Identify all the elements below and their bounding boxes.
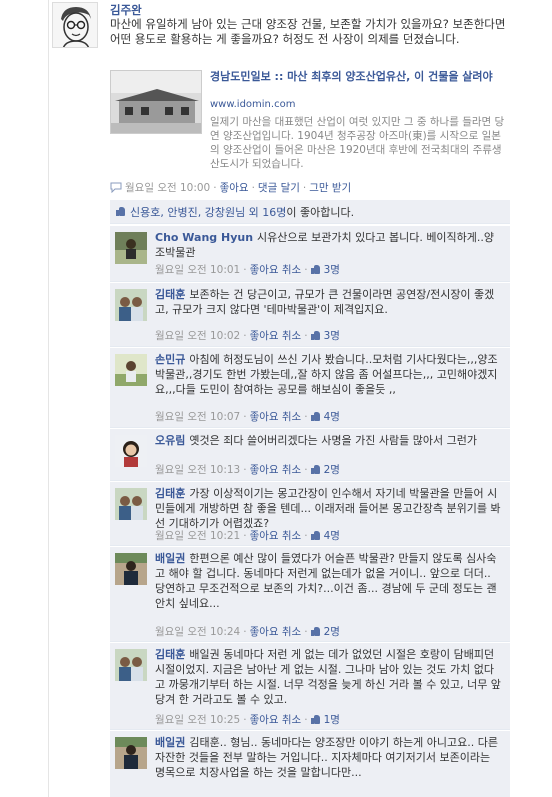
comment-like-count[interactable]: 2명: [324, 624, 340, 639]
attachment-thumbnail[interactable]: [110, 70, 202, 134]
post-like-link[interactable]: 좋아요: [220, 180, 249, 195]
comment-3: 손민규 아침에 허정도님이 쓰신 기사 봤습니다..모처럼 기사다웠다는,,,양조…: [110, 348, 510, 428]
comment-text: 손민규 아침에 허정도님이 쓰신 기사 봤습니다..모처럼 기사다웠다는,,,양조…: [155, 352, 503, 397]
comment-meta: 월요일 오전 10:25 · 좋아요 취소 · 1명: [155, 712, 340, 727]
comment-text: 김태훈 배일권 동네마다 저런 게 없는 데가 없었던 시절은 호랑이 담배피던 …: [155, 647, 503, 707]
comment-body: 옛것은 죄다 쓸어버리겠다는 사명을 가진 사람들 많아서 그런가: [189, 434, 477, 447]
commenter-name[interactable]: 배일권: [155, 552, 185, 565]
likes-summary: 신용호, 안병진, 강창원님 외 16명 이 좋아합니다.: [110, 200, 510, 224]
comment-like-count[interactable]: 3명: [324, 328, 340, 343]
comment-1: Cho Wang Hyun 시유산으로 보관가치 있다고 봅니다. 베이직하게..…: [110, 226, 510, 282]
post-comment-link[interactable]: 댓글 달기: [258, 180, 300, 195]
comment-meta: 월요일 오전 10:13 · 좋아요 취소 · 2명: [155, 462, 340, 477]
likers-link[interactable]: 신용호, 안병진, 강창원님 외 16명: [130, 204, 286, 220]
comment-time[interactable]: 월요일 오전 10:21: [155, 528, 240, 543]
commenter-name[interactable]: Cho Wang Hyun: [155, 231, 253, 244]
commenter-avatar[interactable]: [115, 354, 147, 386]
post-author-name[interactable]: 김주완: [110, 2, 142, 18]
likes-suffix: 이 좋아합니다.: [286, 205, 355, 219]
comment-text: 배일권 한편으론 예산 많이 들였다가 어슬픈 박물관? 만들지 않도록 심사숙고…: [155, 551, 503, 611]
comment-time[interactable]: 월요일 오전 10:02: [155, 328, 240, 343]
commenter-avatar[interactable]: [115, 289, 147, 321]
commenter-avatar[interactable]: [115, 488, 147, 520]
comment-meta: 월요일 오전 10:02 · 좋아요 취소 · 3명: [155, 328, 340, 343]
comment-text: 김태훈 가장 이상적이기는 몽고간장이 인수해서 자기네 박물관을 만들어 시민들…: [155, 486, 503, 531]
thumbs-up-icon: [310, 531, 321, 540]
commenter-avatar[interactable]: [115, 553, 147, 585]
comment-body: 한편으론 예산 많이 들였다가 어슬픈 박물관? 만들지 않도록 심사숙고 해야…: [155, 552, 497, 610]
thumbs-up-icon: [310, 412, 321, 421]
commenter-name[interactable]: 김태훈: [155, 648, 185, 661]
unlike-link[interactable]: 좋아요 취소: [250, 462, 302, 477]
unlike-link[interactable]: 좋아요 취소: [250, 409, 302, 424]
attachment-description: 일제기 마산을 대표했던 산업이 여럿 있지만 그 중 하나를 들라면 당연 양…: [210, 116, 505, 170]
post-body: 마산에 유일하게 남아 있는 근대 양조장 건물, 보존할 가치가 있을까요? …: [110, 17, 506, 46]
comment-text: 배일권 김태훈.. 형님.. 동네마다는 양조장만 이야기 하는게 아니고요.. …: [155, 735, 503, 780]
thumbs-up-icon: [310, 331, 321, 340]
comment-meta: 월요일 오전 10:21 · 좋아요 취소 · 4명: [155, 528, 340, 543]
attachment-title[interactable]: 경남도민일보 :: 마산 최후의 양조산업유산, 이 건물을 살려야: [210, 70, 510, 84]
unlike-link[interactable]: 좋아요 취소: [250, 712, 302, 727]
comment-text: Cho Wang Hyun 시유산으로 보관가치 있다고 봅니다. 베이직하게..…: [155, 230, 503, 260]
comment-body: 김태훈.. 형님.. 동네마다는 양조장만 이야기 하는게 아니고요.. 다른 …: [155, 736, 498, 779]
comment-time[interactable]: 월요일 오전 10:13: [155, 462, 240, 477]
thumbs-up-icon: [310, 627, 321, 636]
commenter-avatar[interactable]: [115, 435, 147, 467]
comment-time[interactable]: 월요일 오전 10:25: [155, 712, 240, 727]
comment-body: 아침에 허정도님이 쓰신 기사 봤습니다..모처럼 기사다웠다는,,,양조 박물…: [155, 353, 498, 396]
comment-meta: 월요일 오전 10:24 · 좋아요 취소 · 2명: [155, 624, 340, 639]
post-unfollow-link[interactable]: 그만 받기: [309, 180, 351, 195]
commenter-name[interactable]: 손민규: [155, 353, 185, 366]
comment-icon: [110, 182, 122, 193]
comment-like-count[interactable]: 1명: [324, 712, 340, 727]
unlike-link[interactable]: 좋아요 취소: [250, 328, 302, 343]
commenter-avatar[interactable]: [115, 737, 147, 769]
thumbs-up-icon: [310, 465, 321, 474]
comment-7: 김태훈 배일권 동네마다 저런 게 없는 데가 없었던 시절은 호랑이 담배피던 …: [110, 643, 510, 730]
comment-meta: 월요일 오전 10:01 · 좋아요 취소 · 3명: [155, 262, 340, 277]
commenter-name[interactable]: 배일권: [155, 736, 185, 749]
thumbs-up-icon: [310, 265, 321, 274]
thumbs-up-icon: [116, 207, 126, 216]
comment-like-count[interactable]: 2명: [324, 462, 340, 477]
comment-time[interactable]: 월요일 오전 10:24: [155, 624, 240, 639]
comment-4: 오유림 옛것은 죄다 쓸어버리겠다는 사명을 가진 사람들 많아서 그런가 월요일…: [110, 429, 510, 481]
comment-time[interactable]: 월요일 오전 10:01: [155, 262, 240, 277]
unlike-link[interactable]: 좋아요 취소: [250, 528, 302, 543]
comment-body: 가장 이상적이기는 몽고간장이 인수해서 자기네 박물관을 만들어 시민들에게 …: [155, 487, 501, 530]
comment-body: 배일권 동네마다 저런 게 없는 데가 없었던 시절은 호랑이 담배피던 시절이…: [155, 648, 501, 706]
comment-like-count[interactable]: 4명: [324, 409, 340, 424]
comment-8: 배일권 김태훈.. 형님.. 동네마다는 양조장만 이야기 하는게 아니고요.. …: [110, 731, 510, 797]
commenter-avatar[interactable]: [115, 232, 147, 264]
commenter-name[interactable]: 오유림: [155, 434, 185, 447]
comment-text: 김태훈 보존하는 건 당근이고, 규모가 큰 건물이라면 공연장/전시장이 좋겠고…: [155, 287, 503, 317]
attachment-url[interactable]: www.idomin.com: [210, 99, 295, 110]
comment-2: 김태훈 보존하는 건 당근이고, 규모가 큰 건물이라면 공연장/전시장이 좋겠고…: [110, 283, 510, 347]
comment-like-count[interactable]: 3명: [324, 262, 340, 277]
author-avatar[interactable]: [52, 2, 98, 48]
comment-time[interactable]: 월요일 오전 10:07: [155, 409, 240, 424]
thumbs-up-icon: [310, 715, 321, 724]
comment-like-count[interactable]: 4명: [324, 528, 340, 543]
commenter-name[interactable]: 김태훈: [155, 288, 185, 301]
unlike-link[interactable]: 좋아요 취소: [250, 262, 302, 277]
comment-5: 김태훈 가장 이상적이기는 몽고간장이 인수해서 자기네 박물관을 만들어 시민들…: [110, 482, 510, 546]
comment-body: 보존하는 건 당근이고, 규모가 큰 건물이라면 공연장/전시장이 좋겠고, 규…: [155, 288, 495, 316]
post-timestamp[interactable]: 월요일 오전 10:00: [125, 180, 210, 195]
comment-meta: 월요일 오전 10:07 · 좋아요 취소 · 4명: [155, 409, 340, 424]
post-meta: 월요일 오전 10:00 · 좋아요 · 댓글 달기 · 그만 받기: [110, 180, 351, 195]
comment-text: 오유림 옛것은 죄다 쓸어버리겠다는 사명을 가진 사람들 많아서 그런가: [155, 433, 503, 448]
commenter-avatar[interactable]: [115, 649, 147, 681]
commenter-name[interactable]: 김태훈: [155, 487, 185, 500]
comment-6: 배일권 한편으론 예산 많이 들였다가 어슬픈 박물관? 만들지 않도록 심사숙고…: [110, 547, 510, 642]
link-attachment: 경남도민일보 :: 마산 최후의 양조산업유산, 이 건물을 살려야 www.i…: [110, 68, 510, 178]
unlike-link[interactable]: 좋아요 취소: [250, 624, 302, 639]
